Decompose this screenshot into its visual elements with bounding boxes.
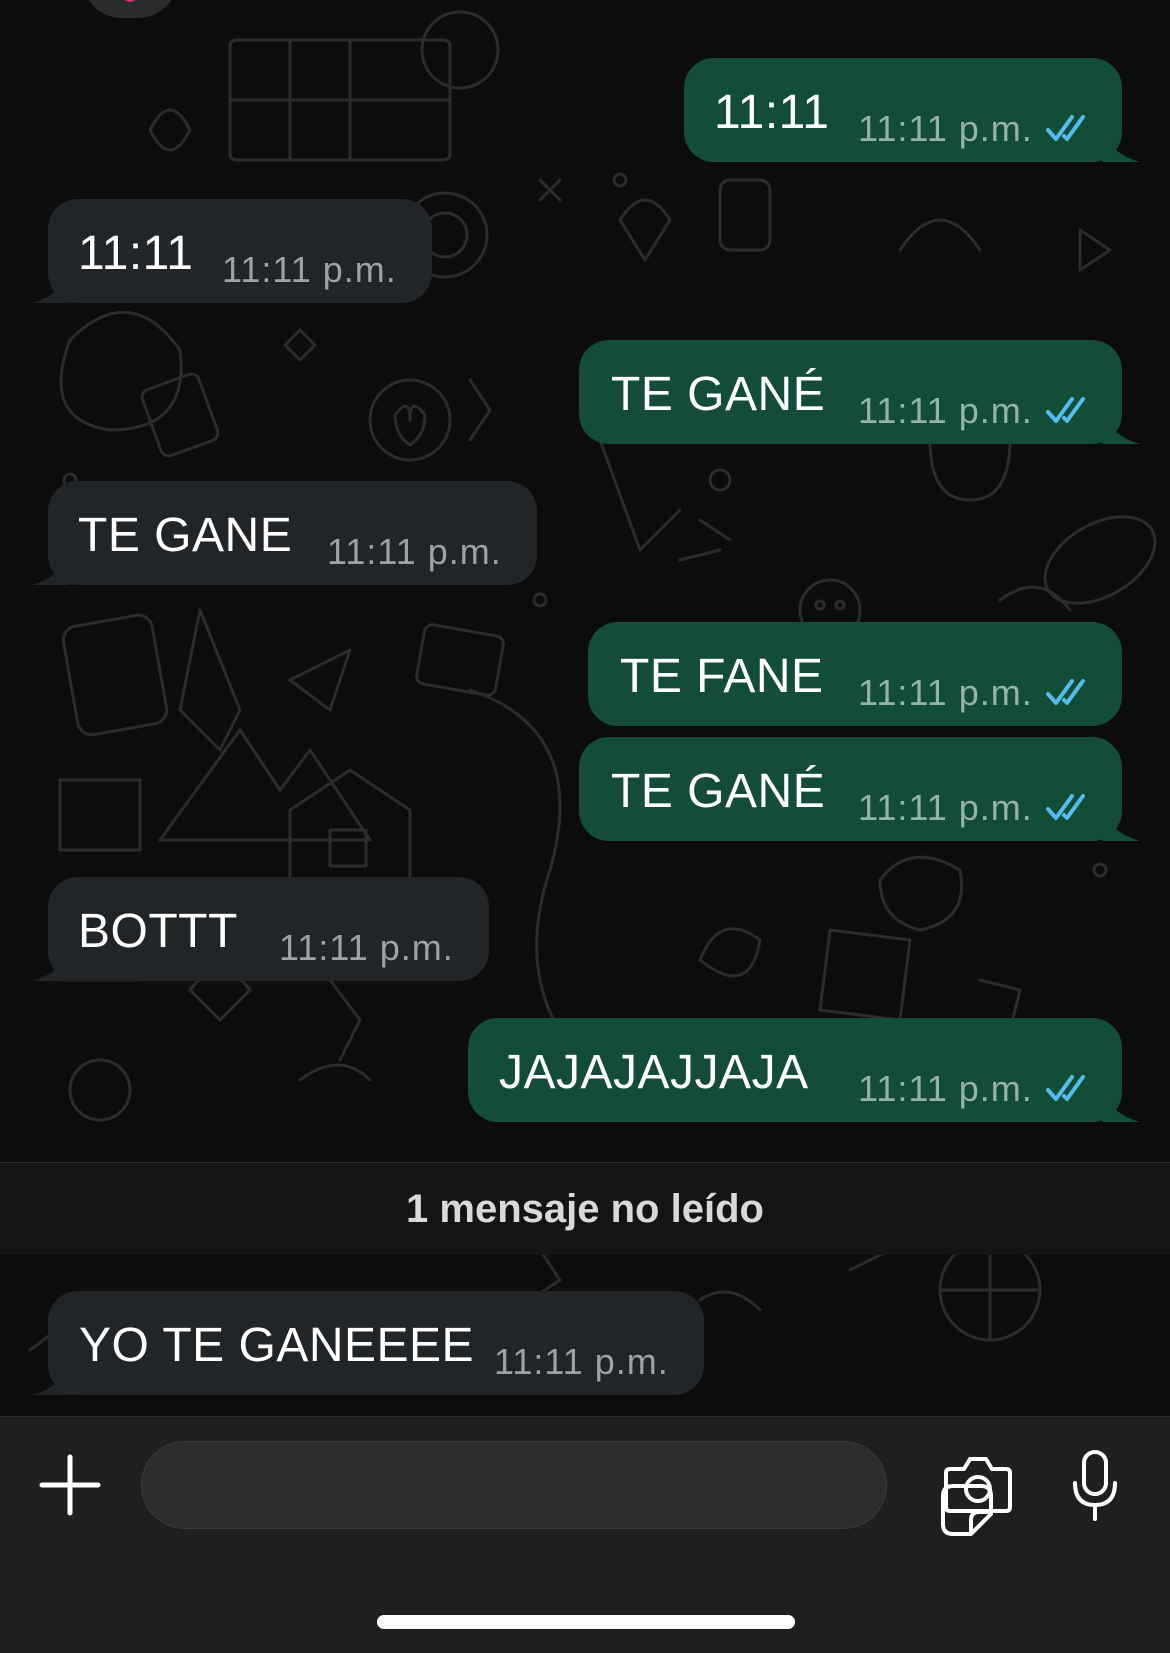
read-receipt-icon: [1046, 397, 1085, 423]
read-receipt-icon: [1046, 115, 1085, 141]
unread-messages-divider: 1 mensaje no leído: [0, 1162, 1170, 1255]
message-bubble-outgoing[interactable]: TE GANÉ 11:11 p.m.: [579, 340, 1140, 444]
message-bubble-incoming[interactable]: 11:11 11:11 p.m.: [32, 199, 432, 303]
chat-background[interactable]: 11:11 11:11 p.m. 11:11 11:11 p.m. TE GAN…: [0, 0, 1170, 1416]
unread-messages-label: 1 mensaje no leído: [406, 1186, 764, 1231]
message-bubble-outgoing[interactable]: TE GANÉ 11:11 p.m.: [579, 737, 1140, 841]
message-time: 11:11 p.m.: [494, 1341, 669, 1382]
bubble-tail: [32, 555, 70, 585]
bubble-tail: [32, 951, 70, 981]
message-text: 11:11: [78, 227, 194, 280]
message-time: 11:11 p.m.: [279, 927, 454, 968]
message-bubble-outgoing[interactable]: TE FANE 11:11 p.m.: [588, 622, 1122, 726]
bubble-tail: [32, 1365, 70, 1395]
message-text: YO TE GANEEEE: [79, 1319, 475, 1372]
avatar-decoration: [122, 0, 138, 2]
message-time: 11:11 p.m.: [327, 531, 502, 572]
message-time: 11:11 p.m.: [858, 1068, 1033, 1109]
home-indicator[interactable]: [377, 1615, 795, 1629]
bubble-tail: [1102, 1092, 1140, 1122]
read-receipt-icon: [1046, 794, 1085, 820]
camera-icon[interactable]: [942, 1455, 1014, 1515]
message-text: TE GANE: [78, 509, 293, 562]
bubble-tail: [1102, 811, 1140, 841]
read-receipt-icon: [1046, 679, 1085, 705]
message-text: 11:11: [714, 86, 830, 139]
plus-icon[interactable]: [38, 1453, 102, 1517]
message-time: 11:11 p.m.: [222, 249, 397, 290]
message-time: 11:11 p.m.: [858, 787, 1033, 828]
message-bubble-incoming[interactable]: BOTTT 11:11 p.m.: [32, 877, 489, 981]
message-input[interactable]: [172, 1442, 776, 1530]
message-bubble-incoming[interactable]: YO TE GANEEEE 11:11 p.m.: [32, 1291, 704, 1395]
read-receipt-icon: [1046, 1075, 1085, 1101]
message-text: JAJAJAJJAJA: [499, 1046, 809, 1099]
message-bubble-incoming[interactable]: TE GANE 11:11 p.m.: [32, 481, 537, 585]
message-composer: [0, 1416, 1170, 1653]
message-bubble-outgoing[interactable]: 11:11 11:11 p.m.: [684, 58, 1140, 162]
bubble-tail: [1102, 414, 1140, 444]
message-time: 11:11 p.m.: [858, 390, 1033, 431]
message-text: TE FANE: [620, 650, 824, 703]
bubble-tail: [32, 273, 70, 303]
bubble-tail: [1102, 132, 1140, 162]
microphone-icon[interactable]: [1070, 1449, 1120, 1523]
message-time: 11:11 p.m.: [858, 672, 1033, 713]
message-text: BOTTT: [78, 905, 238, 958]
message-text: TE GANÉ: [611, 765, 826, 818]
message-text: TE GANÉ: [611, 368, 826, 421]
message-input-box[interactable]: [141, 1441, 993, 1536]
message-bubble-outgoing[interactable]: JAJAJAJJAJA 11:11 p.m.: [468, 1018, 1140, 1122]
message-time: 11:11 p.m.: [858, 108, 1033, 149]
